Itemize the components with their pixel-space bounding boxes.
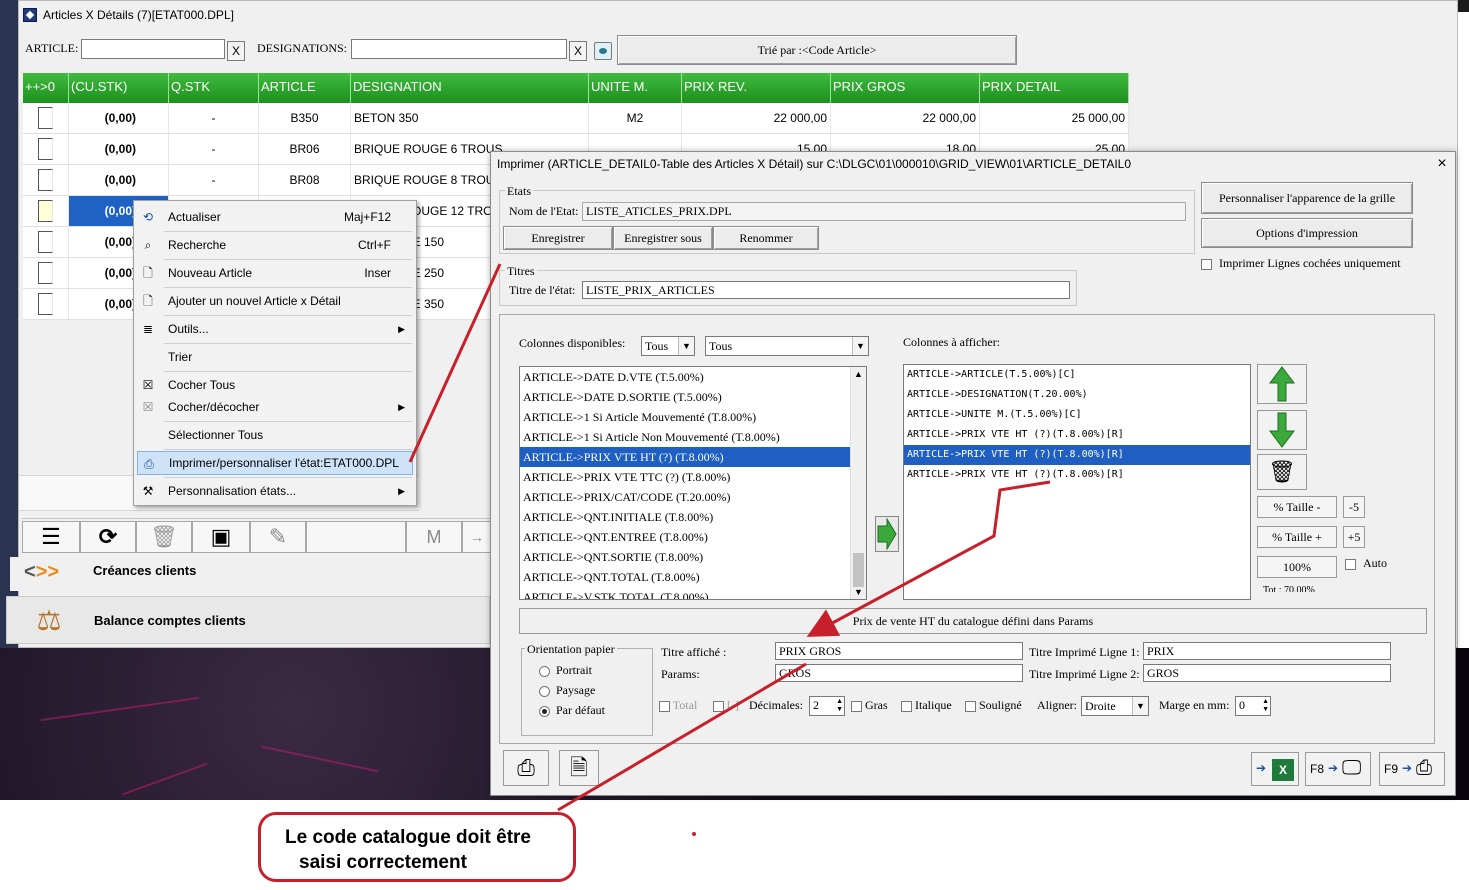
- annotation-text: Le code catalogue doit être saisi correc…: [285, 825, 575, 875]
- annotation-dot: [692, 832, 696, 836]
- annotation-line-2: saisi correctement: [299, 852, 467, 873]
- annotation-line-params: [557, 662, 807, 812]
- annotation-line-1: Le code catalogue doit être: [285, 827, 531, 848]
- annotation-arrow-description: [806, 480, 1051, 637]
- annotation-line-menu: [408, 263, 502, 463]
- annotation-callout: Le code catalogue doit être saisi correc…: [258, 812, 576, 882]
- annotation-arrows: [408, 263, 1051, 812]
